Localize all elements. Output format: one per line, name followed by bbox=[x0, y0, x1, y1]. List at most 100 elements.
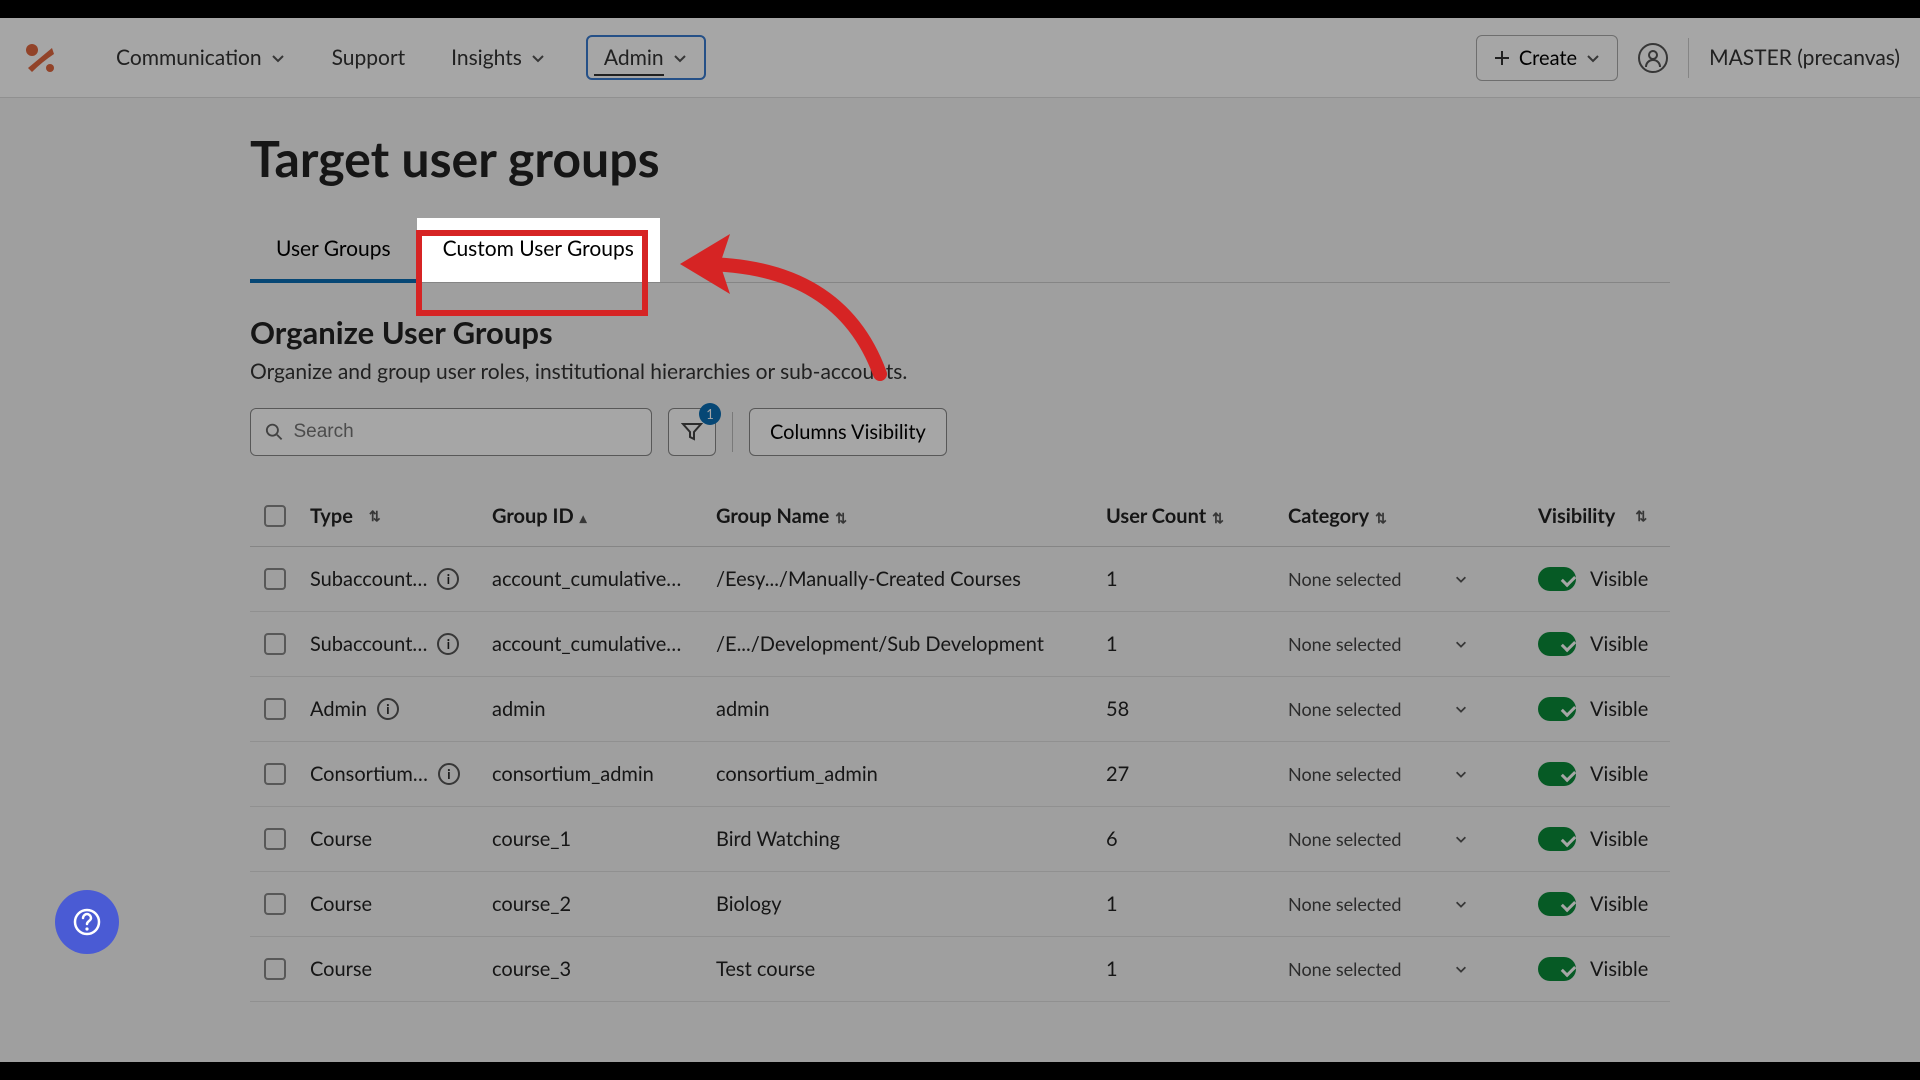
col-header-visibility[interactable]: Visibility bbox=[1538, 504, 1615, 528]
cell-type: Course bbox=[310, 827, 372, 851]
search-icon bbox=[265, 422, 283, 442]
row-checkbox[interactable] bbox=[264, 763, 286, 785]
cell-user-count: 1 bbox=[1106, 567, 1288, 591]
create-button[interactable]: Create bbox=[1476, 35, 1618, 81]
search-input[interactable] bbox=[293, 421, 637, 443]
cell-group-name: Bird Watching bbox=[716, 827, 1106, 851]
row-checkbox[interactable] bbox=[264, 893, 286, 915]
sort-icon: ⇅ bbox=[1635, 507, 1647, 525]
nav-label: Communication bbox=[116, 45, 262, 70]
row-checkbox[interactable] bbox=[264, 568, 286, 590]
chevron-down-icon bbox=[1454, 832, 1468, 846]
category-value: None selected bbox=[1288, 958, 1401, 980]
person-icon bbox=[1644, 49, 1662, 67]
col-header-group-id[interactable]: Group ID bbox=[492, 504, 574, 528]
chevron-down-icon bbox=[1585, 50, 1601, 66]
table-row: Admini admin admin 58 None selected Visi… bbox=[250, 677, 1670, 742]
table-row: Course course_2 Biology 1 None selected … bbox=[250, 872, 1670, 937]
category-value: None selected bbox=[1288, 633, 1401, 655]
table-row: Course course_1 Bird Watching 6 None sel… bbox=[250, 807, 1670, 872]
chevron-down-icon bbox=[672, 50, 688, 66]
nav-communication[interactable]: Communication bbox=[110, 37, 292, 78]
topbar: Communication Support Insights Admin Cre… bbox=[0, 18, 1920, 98]
user-groups-table: Type⇅ Group ID▴ Group Name⇅ User Count⇅ … bbox=[250, 486, 1670, 1002]
cell-group-name: admin bbox=[716, 697, 1106, 721]
question-icon bbox=[73, 908, 101, 936]
tab-label: Custom User Groups bbox=[443, 236, 634, 261]
col-header-group-name[interactable]: Group Name bbox=[716, 504, 829, 528]
nav-support[interactable]: Support bbox=[326, 37, 412, 78]
main-content: Target user groups User Groups Custom Us… bbox=[0, 98, 1450, 1002]
cell-group-id: course_3 bbox=[492, 957, 716, 981]
info-icon[interactable]: i bbox=[437, 633, 459, 655]
info-icon[interactable]: i bbox=[377, 698, 399, 720]
user-icon[interactable] bbox=[1638, 43, 1668, 73]
visibility-toggle[interactable] bbox=[1538, 697, 1576, 721]
category-select[interactable]: None selected bbox=[1288, 633, 1468, 655]
cell-group-name: Biology bbox=[716, 892, 1106, 916]
plus-icon bbox=[1493, 49, 1511, 67]
cell-group-name: /E.../Development/Sub Development bbox=[716, 632, 1106, 656]
row-checkbox[interactable] bbox=[264, 698, 286, 720]
tab-user-groups[interactable]: User Groups bbox=[250, 218, 417, 283]
visibility-toggle[interactable] bbox=[1538, 892, 1576, 916]
visibility-label: Visible bbox=[1590, 567, 1648, 591]
category-value: None selected bbox=[1288, 893, 1401, 915]
create-label: Create bbox=[1519, 46, 1577, 70]
sort-icon: ⇅ bbox=[1375, 509, 1387, 527]
visibility-toggle[interactable] bbox=[1538, 827, 1576, 851]
cell-user-count: 1 bbox=[1106, 892, 1288, 916]
category-select[interactable]: None selected bbox=[1288, 828, 1468, 850]
category-select[interactable]: None selected bbox=[1288, 763, 1468, 785]
tab-custom-user-groups[interactable]: Custom User Groups bbox=[417, 218, 660, 282]
visibility-toggle[interactable] bbox=[1538, 632, 1576, 656]
cell-type: Consortium… bbox=[310, 762, 428, 786]
row-checkbox[interactable] bbox=[264, 633, 286, 655]
cell-type: Admin bbox=[310, 697, 367, 721]
cell-user-count: 1 bbox=[1106, 632, 1288, 656]
filter-badge: 1 bbox=[699, 403, 721, 425]
nav-admin[interactable]: Admin bbox=[586, 35, 706, 80]
category-select[interactable]: None selected bbox=[1288, 893, 1468, 915]
search-input-wrapper[interactable] bbox=[250, 408, 652, 456]
category-select[interactable]: None selected bbox=[1288, 698, 1468, 720]
visibility-label: Visible bbox=[1590, 697, 1648, 721]
visibility-toggle[interactable] bbox=[1538, 567, 1576, 591]
info-icon[interactable]: i bbox=[437, 568, 459, 590]
tabs: User Groups Custom User Groups bbox=[250, 218, 1670, 283]
logo bbox=[20, 38, 60, 78]
info-icon[interactable]: i bbox=[438, 763, 460, 785]
divider bbox=[1688, 38, 1689, 78]
columns-visibility-button[interactable]: Columns Visibility bbox=[749, 408, 947, 456]
chevron-down-icon bbox=[1454, 897, 1468, 911]
topbar-right: Create MASTER (precanvas) bbox=[1476, 35, 1900, 81]
cell-user-count: 6 bbox=[1106, 827, 1288, 851]
nav-insights[interactable]: Insights bbox=[445, 37, 552, 78]
cell-type: Subaccount… bbox=[310, 632, 427, 656]
sort-icon: ⇅ bbox=[1212, 509, 1224, 527]
sort-asc-icon: ▴ bbox=[580, 509, 587, 527]
visibility-label: Visible bbox=[1590, 892, 1648, 916]
filter-button[interactable]: 1 bbox=[668, 408, 716, 456]
cell-user-count: 58 bbox=[1106, 697, 1288, 721]
cell-group-id: course_2 bbox=[492, 892, 716, 916]
col-header-type[interactable]: Type bbox=[310, 504, 353, 528]
category-value: None selected bbox=[1288, 568, 1401, 590]
chevron-down-icon bbox=[270, 50, 286, 66]
cell-type: Subaccount… bbox=[310, 567, 427, 591]
select-all-checkbox[interactable] bbox=[264, 505, 286, 527]
sort-icon: ⇅ bbox=[369, 507, 381, 525]
nav-label: Support bbox=[332, 45, 406, 70]
category-select[interactable]: None selected bbox=[1288, 568, 1468, 590]
col-header-user-count[interactable]: User Count bbox=[1106, 504, 1206, 528]
help-fab[interactable] bbox=[55, 890, 119, 954]
table-row: Consortium…i consortium_admin consortium… bbox=[250, 742, 1670, 807]
col-header-category[interactable]: Category bbox=[1288, 504, 1369, 528]
row-checkbox[interactable] bbox=[264, 958, 286, 980]
visibility-toggle[interactable] bbox=[1538, 762, 1576, 786]
cell-type: Course bbox=[310, 892, 372, 916]
row-checkbox[interactable] bbox=[264, 828, 286, 850]
category-select[interactable]: None selected bbox=[1288, 958, 1468, 980]
visibility-toggle[interactable] bbox=[1538, 957, 1576, 981]
visibility-label: Visible bbox=[1590, 957, 1648, 981]
